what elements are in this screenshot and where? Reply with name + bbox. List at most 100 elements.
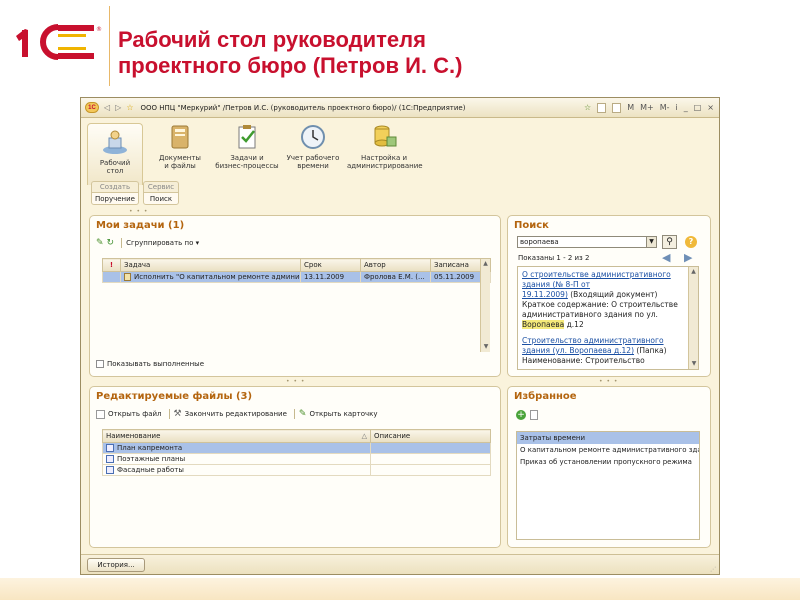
file-description xyxy=(370,464,491,476)
column-header-priority[interactable]: ! xyxy=(102,258,121,272)
section-label: времени xyxy=(297,162,329,170)
database-icon xyxy=(374,125,397,147)
memory-minus-button[interactable]: M- xyxy=(660,102,670,113)
search-command-button[interactable]: Поиск xyxy=(143,192,179,205)
table-row[interactable]: План капремонта xyxy=(102,442,491,454)
section-time-tracking[interactable]: Учет рабочего времени xyxy=(285,123,341,170)
slide-title-line-1: Рабочий стол руководителя xyxy=(118,27,426,52)
list-item[interactable]: Затраты времени xyxy=(517,432,699,444)
tasks-scrollbar[interactable]: ▲ ▼ xyxy=(480,259,490,352)
result-summary: Наименование: Строительство xyxy=(522,356,645,365)
section-label: Учет рабочего xyxy=(286,154,340,162)
open-file-icon xyxy=(96,409,105,419)
scroll-down-icon[interactable]: ▼ xyxy=(481,342,491,352)
calendar-icon[interactable] xyxy=(612,102,622,113)
search-button-icon[interactable]: ⚲ xyxy=(662,235,677,249)
memory-plus-button[interactable]: M+ xyxy=(640,102,654,113)
app-window: 1С ◁ ▷ ☆ ООО НПЦ "Меркурий" /Петров И.С.… xyxy=(80,97,720,575)
file-description xyxy=(370,453,491,465)
table-row[interactable]: Поэтажные планы xyxy=(102,453,491,465)
add-icon[interactable]: + xyxy=(516,410,526,420)
column-header-name[interactable]: Наименование △ xyxy=(102,429,371,443)
open-card-icon: ✎ xyxy=(298,409,307,419)
table-row[interactable]: Исполнить "О капитальном ремонте админис… xyxy=(102,271,491,283)
chevron-down-icon[interactable]: ▼ xyxy=(646,237,656,247)
splitter-handle[interactable]: • • • xyxy=(286,378,305,385)
list-item[interactable]: Приказ об установлении пропускного режим… xyxy=(517,456,699,468)
section-label: Рабочий xyxy=(99,159,131,167)
search-results: О строительстве административного здания … xyxy=(517,266,699,370)
priority-cell xyxy=(102,271,121,283)
column-header-task[interactable]: Задача xyxy=(120,258,301,272)
section-label: Задачи и xyxy=(230,154,264,162)
group-by-button[interactable]: Сгруппировать по ▾ xyxy=(126,239,199,247)
column-header-author[interactable]: Автор xyxy=(360,258,431,272)
documents-icon xyxy=(171,125,189,149)
scroll-down-icon[interactable]: ▼ xyxy=(689,359,699,369)
section-desktop[interactable]: Рабочий стол xyxy=(87,123,143,185)
splitter-handle[interactable]: • • • xyxy=(129,208,148,215)
list-item[interactable]: О капитальном ремонте административного … xyxy=(517,444,699,456)
section-documents[interactable]: Документы и файлы xyxy=(153,123,207,170)
back-icon[interactable]: ◁ xyxy=(104,103,110,112)
section-label: Настройка и xyxy=(360,154,408,162)
calculator-icon[interactable] xyxy=(597,102,607,113)
search-input[interactable]: воропаева ▼ xyxy=(517,236,657,248)
history-button[interactable]: История... xyxy=(87,558,145,572)
minimize-button[interactable]: _ xyxy=(684,102,688,113)
tasks-table: ! Задача Срок Автор Записана Исполнить "… xyxy=(102,258,491,355)
search-title: Поиск xyxy=(514,220,549,231)
search-scrollbar[interactable]: ▲ ▼ xyxy=(688,267,698,369)
page-icon[interactable] xyxy=(530,410,538,420)
slide: ® Рабочий стол руководителя проектного б… xyxy=(0,0,800,600)
table-row[interactable]: Фасадные работы xyxy=(102,464,491,476)
refresh-icon[interactable]: ↻ xyxy=(107,238,115,248)
app-logo-icon[interactable]: 1С xyxy=(85,102,99,113)
favorites-panel: Избранное + Затраты времени О капитально… xyxy=(507,386,711,548)
result-summary: Краткое содержание: О строительстве xyxy=(522,300,678,309)
next-results-icon[interactable]: ▶ xyxy=(684,251,692,264)
memory-m-button[interactable]: M xyxy=(627,102,634,113)
scroll-up-icon[interactable]: ▲ xyxy=(689,267,698,277)
result-type: (Папка) xyxy=(634,346,667,355)
maximize-button[interactable]: □ xyxy=(694,102,702,113)
toolbar-separator xyxy=(121,238,123,248)
info-icon[interactable]: i xyxy=(676,102,678,113)
column-header-description[interactable]: Описание xyxy=(370,429,491,443)
show-completed-checkbox[interactable] xyxy=(96,360,104,368)
create-assignment-button[interactable]: Поручение xyxy=(91,192,139,205)
svg-text:®: ® xyxy=(96,26,102,33)
section-label: бизнес-процессы xyxy=(215,162,279,170)
tasks-icon xyxy=(238,125,256,149)
my-tasks-title: Мои задачи (1) xyxy=(96,220,185,231)
help-icon[interactable]: ? xyxy=(685,236,697,248)
section-label: и файлы xyxy=(164,162,196,170)
resize-grip-icon[interactable]: ⋰ xyxy=(710,566,716,573)
window-titlebar: 1С ◁ ▷ ☆ ООО НПЦ "Меркурий" /Петров И.С.… xyxy=(81,98,719,118)
toolbar-separator xyxy=(293,409,295,419)
my-tasks-panel: Мои задачи (1) ✎ ↻ Сгруппировать по ▾ ! … xyxy=(89,215,501,377)
scroll-up-icon[interactable]: ▲ xyxy=(481,259,490,269)
open-file-button[interactable]: Открыть файл xyxy=(108,410,162,418)
section-tasks[interactable]: Задачи и бизнес-процессы xyxy=(213,123,281,170)
close-button[interactable]: × xyxy=(707,102,714,113)
show-completed-label: Показывать выполненные xyxy=(107,360,205,368)
previous-results-icon[interactable]: ◀ xyxy=(662,251,670,264)
add-favorite-icon[interactable]: ☆ xyxy=(584,102,591,113)
section-settings[interactable]: Настройка и администрирование xyxy=(347,123,423,170)
edit-icon[interactable]: ✎ xyxy=(96,238,104,248)
open-card-button[interactable]: Открыть карточку xyxy=(309,410,377,418)
forward-icon[interactable]: ▷ xyxy=(115,103,121,112)
service-group: Сервис Поиск xyxy=(143,181,179,205)
edited-files-panel: Редактируемые файлы (3) Открыть файл ⚒ З… xyxy=(89,386,501,548)
show-completed-row: Показывать выполненные xyxy=(96,360,207,368)
favorite-star-icon[interactable]: ☆ xyxy=(126,103,133,112)
slide-title-line-2: проектного бюро (Петров И. С.) xyxy=(118,53,463,78)
column-header-due[interactable]: Срок xyxy=(300,258,361,272)
search-results-count: Показаны 1 - 2 из 2 xyxy=(518,254,590,262)
section-label: Документы xyxy=(159,154,201,162)
splitter-handle[interactable]: • • • xyxy=(599,378,618,385)
task-cell[interactable]: Исполнить "О капитальном ремонте админис… xyxy=(120,271,301,283)
finish-edit-button[interactable]: Закончить редактирование xyxy=(185,410,287,418)
clock-icon xyxy=(301,125,325,149)
